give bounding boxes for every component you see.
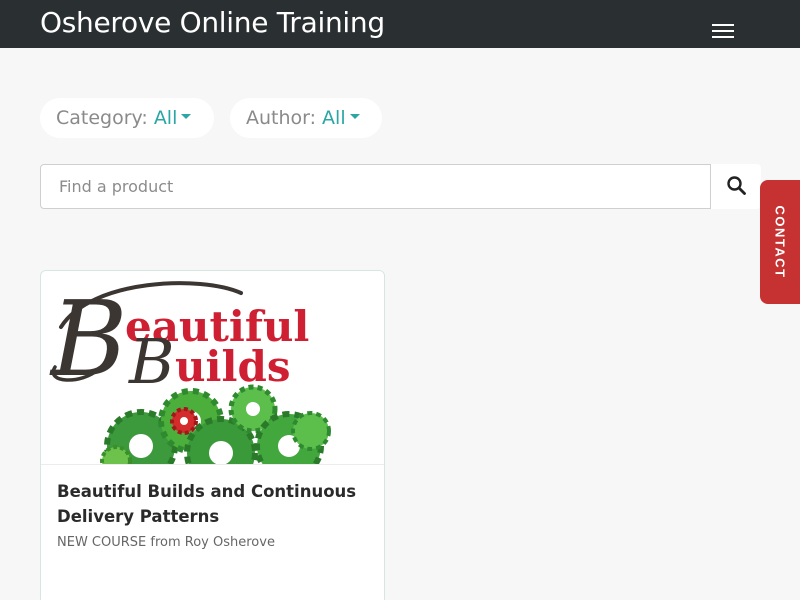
- hamburger-bar: [712, 24, 734, 26]
- product-search: [40, 164, 761, 209]
- product-image[interactable]: B eautiful B uilds: [41, 271, 384, 465]
- beautiful-builds-cover: B eautiful B uilds: [49, 278, 331, 464]
- hamburger-bar: [712, 36, 734, 38]
- author-filter: Author: All: [230, 98, 382, 138]
- product-subtitle: NEW COURSE from Roy Osherove: [57, 535, 275, 550]
- category-filter: Category: All: [40, 98, 214, 138]
- contact-tab-label: CONTACT: [772, 205, 788, 279]
- top-navbar: Osherove Online Training: [0, 0, 800, 48]
- category-filter-dropdown[interactable]: All: [154, 107, 192, 129]
- gears-illustration: [100, 384, 331, 464]
- hamburger-menu-icon[interactable]: [708, 20, 738, 42]
- search-button[interactable]: [710, 164, 761, 209]
- author-filter-dropdown[interactable]: All: [322, 107, 360, 129]
- caret-down-icon: [349, 114, 360, 119]
- site-brand[interactable]: Osherove Online Training: [40, 5, 385, 41]
- hamburger-bar: [712, 30, 734, 32]
- cover-word-uilds: uilds: [175, 342, 290, 391]
- search-icon: [727, 176, 746, 195]
- category-filter-value: All: [153, 107, 178, 129]
- author-filter-value: All: [322, 107, 346, 129]
- cover-letter-b2: B: [128, 325, 175, 398]
- product-card[interactable]: B eautiful B uilds Beautiful Builds and …: [40, 270, 385, 600]
- author-filter-label: Author:: [246, 107, 317, 129]
- cover-letter-b: B: [49, 278, 127, 400]
- caret-down-icon: [181, 114, 192, 119]
- product-title[interactable]: Beautiful Builds and Continuous Delivery…: [57, 479, 367, 529]
- contact-tab[interactable]: CONTACT: [760, 180, 800, 304]
- category-filter-label: Category:: [56, 107, 148, 129]
- search-input[interactable]: [41, 165, 710, 208]
